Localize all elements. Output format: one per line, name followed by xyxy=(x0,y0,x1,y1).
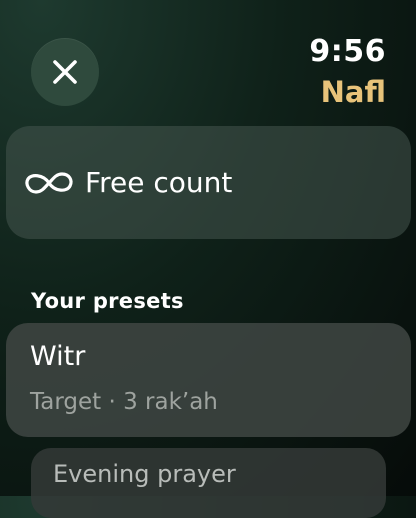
free-count-label: Free count xyxy=(85,166,233,199)
section-title: Your presets xyxy=(31,289,184,313)
preset-name: Witr xyxy=(30,341,86,372)
close-button[interactable] xyxy=(31,38,99,106)
preset-item-witr[interactable]: Witr Target · 3 rak’ah xyxy=(6,323,411,437)
preset-item-evening-prayer[interactable]: Evening prayer xyxy=(31,448,386,518)
close-icon xyxy=(53,60,77,84)
preset-name: Evening prayer xyxy=(53,460,236,488)
mode-label: Nafl xyxy=(320,75,386,109)
infinity-icon xyxy=(25,171,73,194)
preset-target: Target · 3 rak’ah xyxy=(30,389,218,415)
free-count-button[interactable]: Free count xyxy=(6,126,411,239)
clock: 9:56 xyxy=(309,34,386,69)
